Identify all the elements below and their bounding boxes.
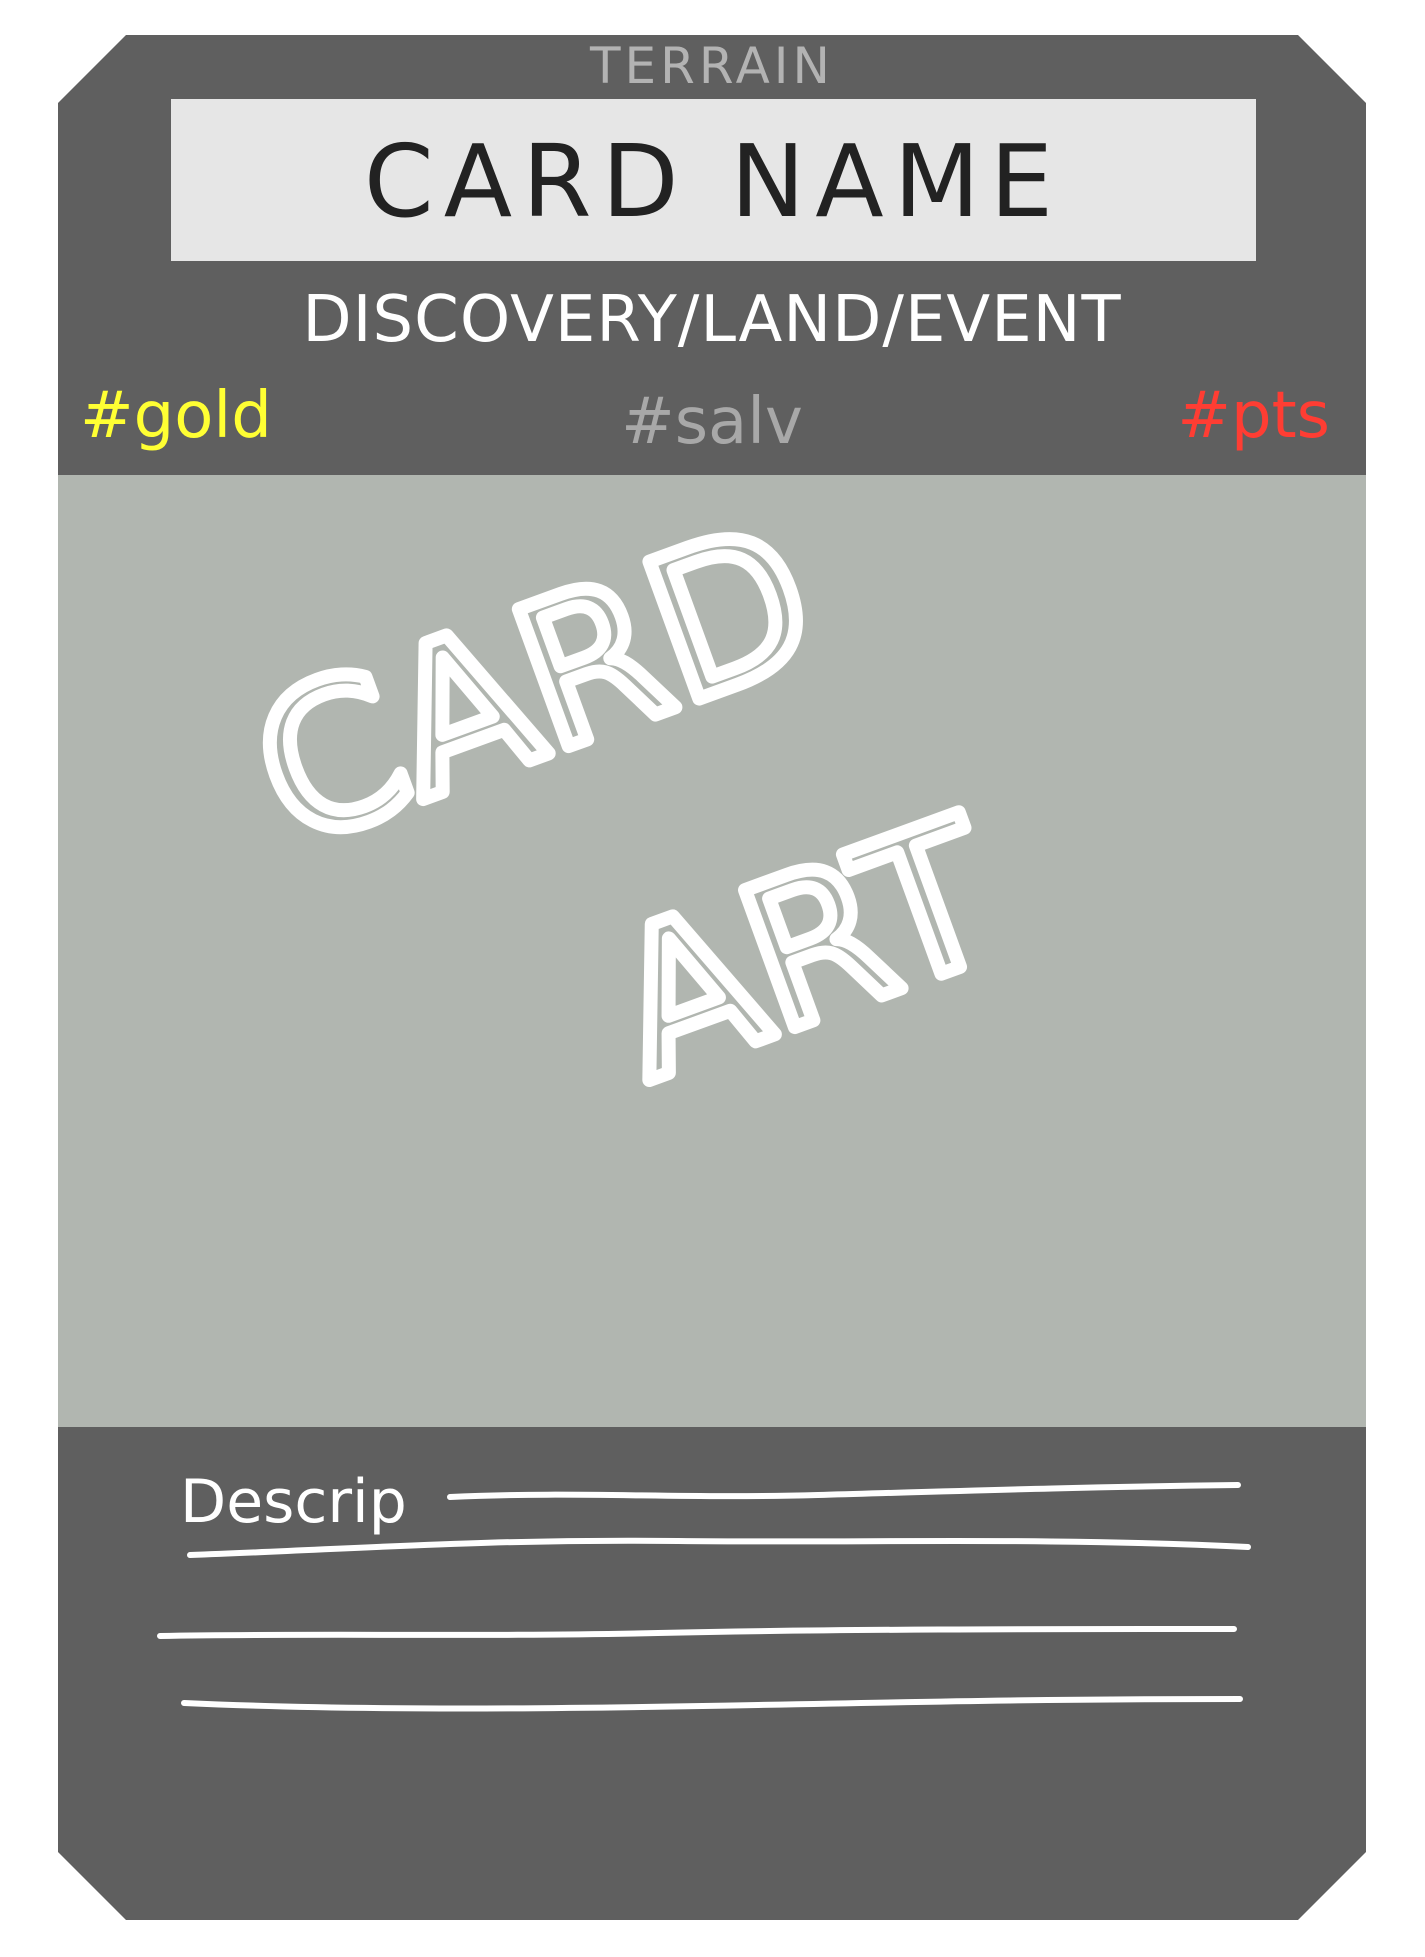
salvage-value: #salv — [621, 385, 803, 459]
page: TERRAIN CARD NAME DISCOVERY/LAND/EVENT #… — [0, 0, 1425, 1957]
card-name: CARD NAME — [363, 123, 1064, 240]
points-value: #pts — [1177, 379, 1330, 453]
card-template: TERRAIN CARD NAME DISCOVERY/LAND/EVENT #… — [58, 35, 1366, 1920]
description-line — [187, 1537, 1251, 1558]
description-line — [447, 1482, 1241, 1500]
description-area: Descrip — [157, 1467, 1251, 1712]
description-line — [181, 1696, 1243, 1712]
card-type: DISCOVERY/LAND/EVENT — [302, 283, 1122, 357]
card-art-label-line1: CARD — [227, 479, 842, 893]
card-art-label-line2: ART — [585, 775, 1026, 1125]
description-label: Descrip — [180, 1467, 407, 1537]
card-art-placeholder: CARD ART — [220, 475, 1032, 1133]
description-line — [157, 1626, 1237, 1639]
card-art-area: CARD ART — [58, 475, 1366, 1427]
terrain-label: TERRAIN — [590, 37, 834, 95]
card-name-box: CARD NAME — [171, 99, 1256, 261]
